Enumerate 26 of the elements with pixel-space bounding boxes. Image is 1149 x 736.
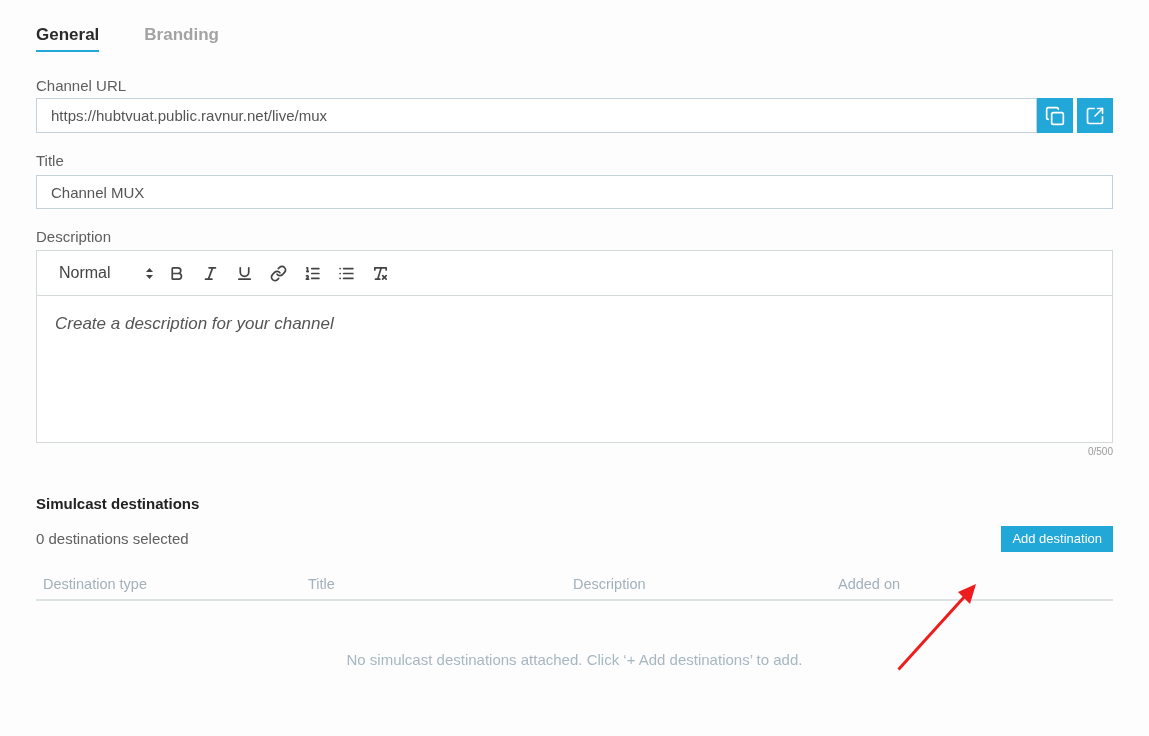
column-header: Added on: [838, 575, 901, 592]
column-header: Description: [573, 575, 646, 592]
clear-format-icon: [371, 264, 389, 282]
format-select[interactable]: Normal: [53, 260, 157, 286]
description-editor[interactable]: Normal Create a description for your channel: [36, 250, 1113, 443]
column-header: Destination type: [43, 575, 147, 592]
selected-count: 0 destinations selected: [36, 528, 189, 549]
empty-message: No simulcast destinations attached. Click ‘+ Add destinations’ to add.: [346, 650, 803, 670]
open-external-icon: [1085, 105, 1105, 126]
up-down-caret-icon: [146, 267, 153, 279]
open-link-button[interactable]: [1077, 98, 1113, 133]
underline-icon: [235, 264, 253, 282]
field-label: Channel URL: [36, 77, 128, 95]
field-label: Title: [36, 152, 65, 170]
field-label: Description: [36, 228, 113, 246]
copy-icon: [1045, 105, 1065, 126]
title-input[interactable]: Channel MUX: [36, 175, 1113, 209]
character-counter: 0/500: [1087, 445, 1113, 459]
link-icon: [269, 264, 287, 282]
numbered-list-icon: [303, 264, 321, 282]
tab[interactable]: General: [36, 24, 100, 52]
url-input[interactable]: https://hubtvuat.public.ravnur.net/live/mux: [36, 98, 1037, 133]
annotation-arrow-icon: [897, 583, 978, 671]
copy-button[interactable]: [1037, 98, 1073, 133]
section-heading: Simulcast destinations: [36, 495, 200, 513]
column-header: Title: [308, 575, 335, 592]
